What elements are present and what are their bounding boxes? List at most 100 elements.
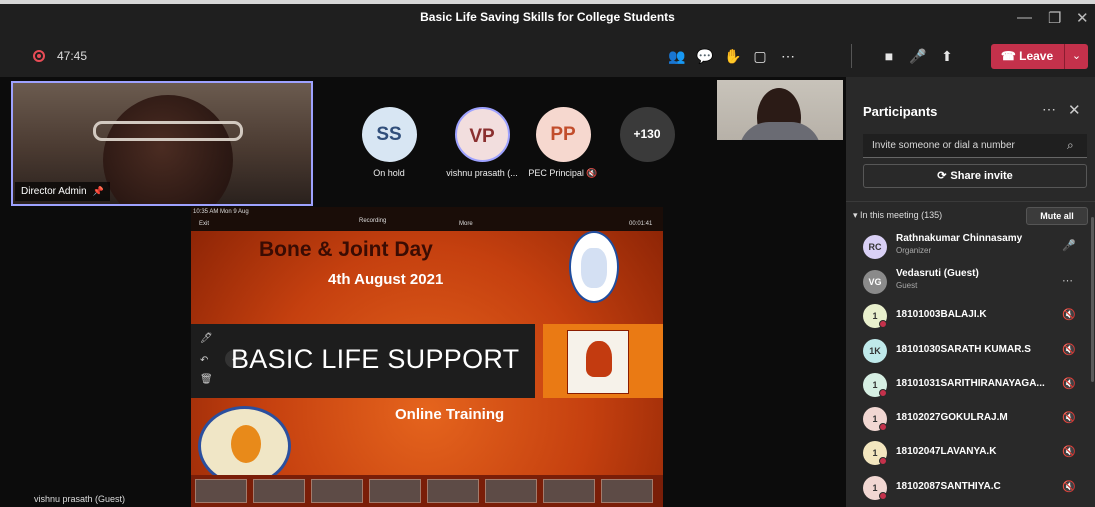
reactions-icon[interactable]: ✋ <box>722 45 744 67</box>
participant-name: Vedasruti (Guest) <box>896 268 979 279</box>
participant-name: 18101003BALAJI.K <box>896 309 987 320</box>
avatar: 1K <box>863 339 887 363</box>
mic-off-icon[interactable]: 🔇 <box>1062 343 1076 356</box>
slide-thumbnail[interactable] <box>311 479 363 503</box>
self-name-tag: Director Admin 📌 <box>15 182 110 201</box>
participant-name: 18101030SARATH KUMAR.S <box>896 344 1031 355</box>
avatar: VG <box>863 270 887 294</box>
mic-off-icon[interactable]: 🔇 <box>1062 480 1076 493</box>
meeting-toolbar: 47:45 👥 💬 ✋ ▢ ⋯ ■ 🎤 ⬆ ☎ Leave ⌄ <box>0 36 1095 77</box>
participant-name: 18101031SARITHIRANAYAGA... <box>896 378 1045 389</box>
trash-icon[interactable]: 🗑 <box>200 374 213 385</box>
mute-all-button[interactable]: Mute all <box>1026 207 1088 225</box>
avatar-initials[interactable]: PP <box>535 107 591 162</box>
slide-heading: BASIC LIFE SUPPORT <box>231 344 520 374</box>
leave-main[interactable]: ☎ Leave <box>991 44 1063 69</box>
avatar-label: vishnu prasath (... <box>446 168 518 178</box>
search-icon[interactable]: ⌕ <box>1067 138 1074 153</box>
avatar-pp[interactable]: PP PEC Principal 🔇 <box>523 107 603 179</box>
avatar-initials[interactable]: +130 <box>619 107 675 162</box>
slide-thumbnail[interactable] <box>253 479 305 503</box>
chat-icon[interactable]: 💬 <box>694 45 716 67</box>
mic-icon[interactable]: 🎤 <box>1062 239 1076 252</box>
slide-thumbnail[interactable] <box>543 479 595 503</box>
slide-thumbnail[interactable] <box>369 479 421 503</box>
chevron-down-icon[interactable]: ⌄ <box>1064 44 1088 69</box>
pen-icon[interactable]: 🖊 <box>200 333 213 344</box>
mic-off-icon[interactable]: 🔇 <box>1062 308 1076 321</box>
slide-thumbnail[interactable] <box>601 479 653 503</box>
minimize-icon[interactable]: — <box>1017 9 1032 26</box>
participant-row[interactable]: 1 18102047LAVANYA.K 🔇 <box>846 436 1095 470</box>
slide-thumbnail[interactable] <box>427 479 479 503</box>
avatar-vp[interactable]: VP vishnu prasath (... <box>432 107 532 178</box>
status-badge <box>879 457 887 465</box>
rooms-icon[interactable]: ▢ <box>749 45 771 67</box>
ipad-bar: 10:35 AM Mon 9 Aug Exit Recording More 0… <box>191 207 663 231</box>
exit-button[interactable]: Exit <box>199 221 209 227</box>
chevron-down-icon[interactable]: ▾ <box>853 210 858 220</box>
mic-icon[interactable]: 🎤 <box>907 45 929 67</box>
avatar-more[interactable]: +130 <box>607 107 687 162</box>
participants-icon[interactable]: 👥 <box>666 45 688 67</box>
invite-search-input[interactable]: Invite someone or dial a number ⌕ <box>863 134 1087 158</box>
status-badge <box>879 389 887 397</box>
remote-video[interactable] <box>717 80 843 140</box>
participant-row[interactable]: RC Rathnakumar Chinnasamy Organizer 🎤 <box>846 230 1095 264</box>
leave-button[interactable]: ☎ Leave ⌄ <box>991 44 1088 69</box>
invite-placeholder[interactable]: Invite someone or dial a number <box>872 140 1015 151</box>
window-title: Basic Life Saving Skills for College Stu… <box>420 10 675 24</box>
more-icon[interactable]: ⋯ <box>1062 274 1073 287</box>
participant-name: 18102087SANTHIYA.C <box>896 481 1001 492</box>
panel-divider <box>846 201 1095 202</box>
pin-icon[interactable]: 📌 <box>93 186 104 196</box>
participant-row[interactable]: 1 18101031SARITHIRANAYAGA... 🔇 <box>846 368 1095 402</box>
slide-thumbnail[interactable] <box>195 479 247 503</box>
close-icon[interactable]: ✕ <box>1068 101 1081 119</box>
mic-off-icon[interactable]: 🔇 <box>1062 411 1076 424</box>
slide-thumbnail[interactable] <box>485 479 537 503</box>
participant-row[interactable]: 1 18102027GOKULRAJ.M 🔇 <box>846 402 1095 436</box>
participant-row[interactable]: 1 18102087SANTHIYA.C 🔇 <box>846 471 1095 505</box>
participant-name: Rathnakumar Chinnasamy <box>896 233 1023 244</box>
participant-name: 18102047LAVANYA.K <box>896 446 997 457</box>
maximize-icon[interactable]: ❐ <box>1048 9 1061 27</box>
share-invite-button[interactable]: ⟳ Share invite <box>863 164 1087 188</box>
undo-icon[interactable]: ↶ <box>200 355 208 366</box>
slide-subheading: Online Training <box>395 406 505 423</box>
status-badge <box>879 320 887 328</box>
participant-role: Guest <box>896 281 918 290</box>
participant-row[interactable]: 1K 18101030SARATH KUMAR.S 🔇 <box>846 334 1095 368</box>
title-bar: Basic Life Saving Skills for College Stu… <box>0 0 1095 36</box>
slide-title: Bone & Joint Day <box>259 238 433 261</box>
avatar-initials[interactable]: VP <box>454 107 510 162</box>
more-label[interactable]: More <box>459 221 473 227</box>
more-icon[interactable]: ⋯ <box>1042 101 1056 118</box>
avatar-name: PEC Principal <box>528 168 584 178</box>
avatar-ss[interactable]: SS On hold <box>349 107 429 178</box>
close-icon[interactable]: ✕ <box>1076 9 1089 27</box>
status-badge <box>879 492 887 500</box>
self-video[interactable]: Director Admin 📌 <box>11 81 313 206</box>
in-meeting-heading[interactable]: ▾ In this meeting (135) <box>853 210 942 221</box>
screen-share: 10:35 AM Mon 9 Aug Exit Recording More 0… <box>191 207 663 507</box>
seal-figure <box>581 248 607 288</box>
share-icon[interactable]: ⬆ <box>936 45 958 67</box>
share-invite-label: Share invite <box>950 170 1013 182</box>
panel-title: Participants <box>863 104 938 119</box>
remote-body <box>739 122 821 140</box>
mic-off-icon[interactable]: 🔇 <box>1062 445 1076 458</box>
panel-scrollbar[interactable] <box>1091 217 1094 382</box>
more-icon[interactable]: ⋯ <box>777 45 799 67</box>
phone-icon: ☎ <box>1000 49 1016 63</box>
avatar-label: PEC Principal 🔇 <box>523 168 603 179</box>
recording-label: Recording <box>359 218 387 224</box>
association-seal <box>569 231 619 303</box>
mic-off-icon[interactable]: 🔇 <box>1062 377 1076 390</box>
avatar-label: On hold <box>373 168 405 178</box>
self-name: Director Admin <box>21 186 87 197</box>
camera-icon[interactable]: ■ <box>878 45 900 67</box>
participant-row[interactable]: 1 18101003BALAJI.K 🔇 <box>846 299 1095 333</box>
avatar-initials[interactable]: SS <box>361 107 417 162</box>
participant-row[interactable]: VG Vedasruti (Guest) Guest ⋯ <box>846 265 1095 299</box>
